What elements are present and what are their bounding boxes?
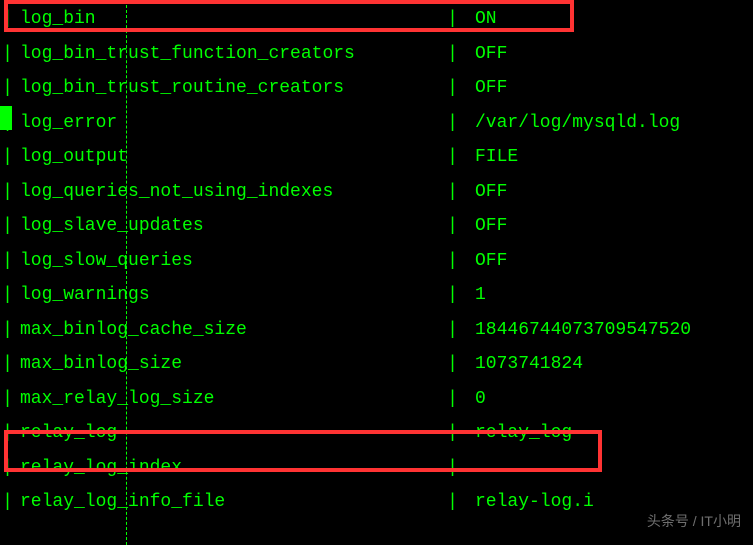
table-row: | log_bin | ON: [0, 2, 753, 37]
column-separator: |: [445, 492, 460, 512]
variable-value: 18446744073709547520: [460, 320, 691, 340]
column-separator: |: [445, 285, 460, 305]
variable-value: 0: [460, 389, 486, 409]
table-row: | relay_log_info_file | relay-log.i: [0, 485, 753, 520]
variable-name: log_slave_updates: [15, 216, 445, 236]
column-separator: |: [445, 147, 460, 167]
variable-name: log_slow_queries: [15, 251, 445, 271]
variable-name: log_queries_not_using_indexes: [15, 182, 445, 202]
column-separator: |: [0, 44, 15, 64]
variable-value: ON: [460, 9, 497, 29]
column-separator: |: [0, 147, 15, 167]
column-separator: |: [0, 216, 15, 236]
column-separator: |: [445, 44, 460, 64]
variable-name: log_bin_trust_routine_creators: [15, 78, 445, 98]
table-row: | relay_log | relay_log: [0, 416, 753, 451]
variable-name: max_binlog_size: [15, 354, 445, 374]
column-separator: |: [0, 423, 15, 443]
column-separator: |: [0, 492, 15, 512]
variable-value: OFF: [460, 78, 507, 98]
column-separator: |: [445, 458, 460, 478]
column-separator: |: [445, 182, 460, 202]
column-separator: |: [445, 251, 460, 271]
table-row: | max_relay_log_size | 0: [0, 382, 753, 417]
column-separator: |: [0, 251, 15, 271]
table-row: | relay_log_index |: [0, 451, 753, 486]
mysql-variables-output: | log_bin | ON | log_bin_trust_function_…: [0, 0, 753, 522]
column-separator: |: [445, 113, 460, 133]
column-separator: |: [0, 285, 15, 305]
table-row: | log_queries_not_using_indexes | OFF: [0, 175, 753, 210]
variable-name: relay_log: [15, 423, 445, 443]
variable-name: relay_log_index: [15, 458, 445, 478]
column-separator: |: [0, 354, 15, 374]
cursor-indicator: [0, 106, 12, 130]
column-separator: |: [445, 423, 460, 443]
table-row: | log_bin_trust_routine_creators | OFF: [0, 71, 753, 106]
variable-name: log_output: [15, 147, 445, 167]
variable-name: max_relay_log_size: [15, 389, 445, 409]
column-divider: [126, 0, 127, 545]
table-row: | max_binlog_cache_size | 18446744073709…: [0, 313, 753, 348]
column-separator: |: [0, 78, 15, 98]
variable-value: OFF: [460, 182, 507, 202]
column-separator: |: [0, 458, 15, 478]
column-separator: |: [445, 354, 460, 374]
variable-value: OFF: [460, 44, 507, 64]
column-separator: |: [0, 320, 15, 340]
variable-value: relay-log.i: [460, 492, 594, 512]
variable-value: OFF: [460, 251, 507, 271]
column-separator: |: [0, 9, 15, 29]
variable-name: log_bin_trust_function_creators: [15, 44, 445, 64]
column-separator: |: [0, 389, 15, 409]
table-row: | max_binlog_size | 1073741824: [0, 347, 753, 382]
column-separator: |: [445, 78, 460, 98]
column-separator: |: [445, 320, 460, 340]
table-row: | log_error | /var/log/mysqld.log: [0, 106, 753, 141]
table-row: | log_output | FILE: [0, 140, 753, 175]
variable-name: relay_log_info_file: [15, 492, 445, 512]
watermark-text: 头条号 / IT小明: [647, 511, 741, 531]
variable-value: 1073741824: [460, 354, 583, 374]
table-row: | log_slow_queries | OFF: [0, 244, 753, 279]
variable-value: OFF: [460, 216, 507, 236]
column-separator: |: [445, 216, 460, 236]
column-separator: |: [0, 182, 15, 202]
variable-name: log_error: [15, 113, 445, 133]
table-row: | log_bin_trust_function_creators | OFF: [0, 37, 753, 72]
table-row: | log_warnings | 1: [0, 278, 753, 313]
variable-value: relay_log: [460, 423, 572, 443]
column-separator: |: [445, 9, 460, 29]
variable-value: /var/log/mysqld.log: [460, 113, 680, 133]
variable-name: max_binlog_cache_size: [15, 320, 445, 340]
column-separator: |: [445, 389, 460, 409]
variable-value: 1: [460, 285, 486, 305]
variable-value: FILE: [460, 147, 518, 167]
variable-name: log_warnings: [15, 285, 445, 305]
table-row: | log_slave_updates | OFF: [0, 209, 753, 244]
variable-name: log_bin: [15, 9, 445, 29]
